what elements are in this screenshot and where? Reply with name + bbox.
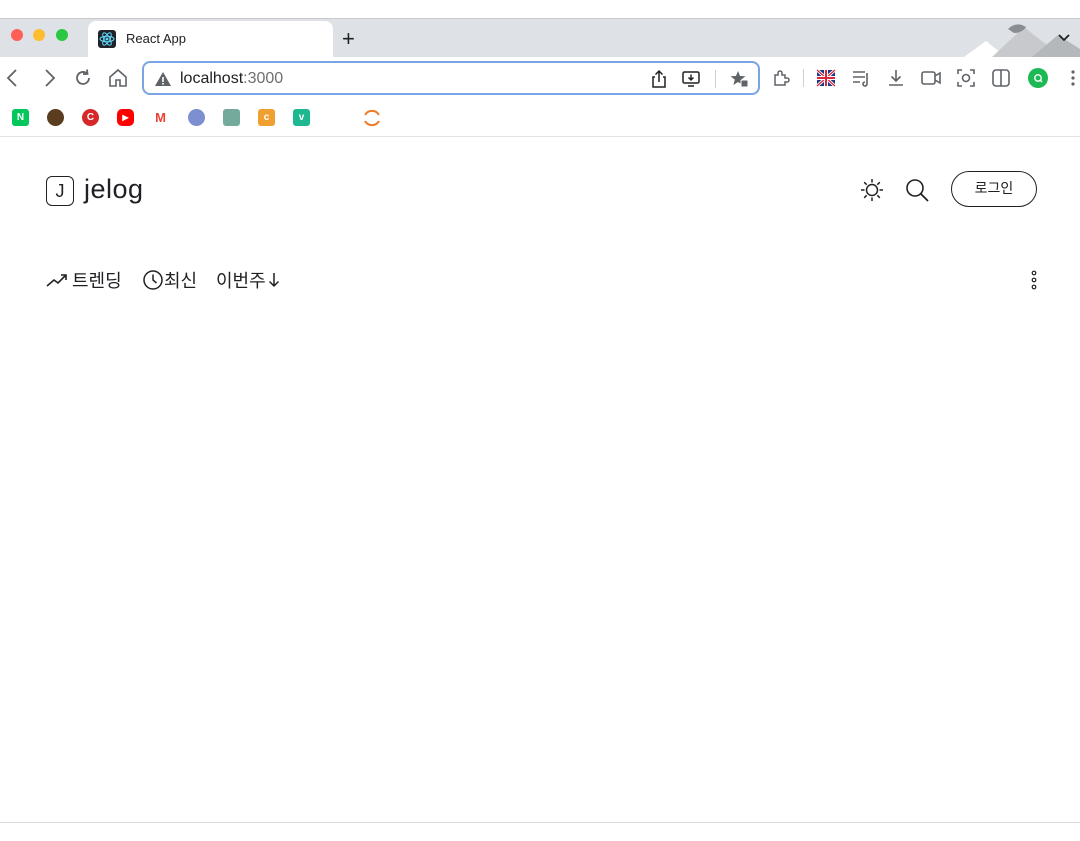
tab-react-app[interactable]: React App bbox=[88, 21, 333, 57]
bookmark-v[interactable]: v bbox=[293, 109, 310, 126]
screenshot-icon[interactable] bbox=[955, 67, 977, 89]
period-select[interactable]: 이번주 bbox=[216, 266, 282, 294]
reading-list-icon[interactable] bbox=[850, 67, 872, 89]
back-icon[interactable] bbox=[2, 67, 24, 89]
logo-letter: J bbox=[46, 176, 74, 206]
zoom-window-button[interactable] bbox=[56, 29, 68, 41]
extensions-icon[interactable] bbox=[770, 67, 792, 89]
bookmark-chatgpt[interactable] bbox=[223, 109, 240, 126]
address-host: localhost bbox=[180, 70, 244, 87]
new-tab-button[interactable]: + bbox=[342, 28, 355, 50]
site-title[interactable]: jelog bbox=[84, 174, 144, 205]
minimize-window-button[interactable] bbox=[33, 29, 45, 41]
tab-title: React App bbox=[126, 31, 186, 46]
clock-icon bbox=[143, 270, 163, 290]
install-app-icon[interactable] bbox=[681, 69, 701, 89]
bookmark-gmail[interactable]: M bbox=[152, 109, 169, 126]
period-select-label: 이번주 bbox=[216, 271, 266, 292]
not-secure-warning-icon[interactable] bbox=[154, 70, 172, 88]
bookmark-youtube[interactable]: ▶ bbox=[117, 109, 134, 126]
bookmark-disc[interactable] bbox=[188, 109, 205, 126]
bookmark-c-red[interactable]: C bbox=[82, 109, 99, 126]
trending-icon bbox=[46, 274, 67, 287]
filter-trending[interactable]: 트렌딩 bbox=[46, 266, 122, 294]
browser-toolbar: localhost:3000 bbox=[0, 57, 1080, 99]
address-bar-separator bbox=[715, 70, 716, 88]
bookmark-hex[interactable] bbox=[47, 109, 64, 126]
address-bar[interactable]: localhost:3000 bbox=[142, 61, 760, 95]
profile-avatar-icon[interactable] bbox=[1027, 67, 1049, 89]
tab-strip: React App + bbox=[0, 19, 1080, 57]
bookmarks-bar: N C ▶ M c v bbox=[0, 99, 1080, 137]
toolbar-separator bbox=[803, 69, 804, 87]
uk-flag-icon[interactable] bbox=[815, 67, 837, 89]
reload-icon[interactable] bbox=[72, 67, 94, 89]
window-top-edge bbox=[0, 0, 1080, 19]
bookmark-c-orange[interactable]: c bbox=[258, 109, 275, 126]
theme-toggle-sun-icon[interactable] bbox=[858, 176, 886, 204]
bookmark-naver[interactable]: N bbox=[12, 109, 29, 126]
page-bottom-divider bbox=[0, 822, 1080, 823]
address-port: :3000 bbox=[243, 70, 284, 87]
share-icon[interactable] bbox=[649, 69, 669, 89]
loading-icon[interactable] bbox=[362, 108, 382, 128]
more-options-icon[interactable] bbox=[1026, 268, 1042, 292]
tab-search-chevron-icon[interactable] bbox=[1056, 29, 1072, 45]
forward-icon[interactable] bbox=[38, 67, 60, 89]
login-button[interactable]: 로그인 bbox=[951, 171, 1037, 207]
search-icon[interactable] bbox=[903, 176, 931, 204]
address-text: localhost:3000 bbox=[180, 70, 283, 88]
video-camera-icon[interactable] bbox=[920, 67, 942, 89]
download-icon[interactable] bbox=[885, 67, 907, 89]
filter-latest-label: 최신 bbox=[164, 271, 198, 292]
close-window-button[interactable] bbox=[11, 29, 23, 41]
filter-trending-label: 트렌딩 bbox=[72, 271, 122, 292]
home-icon[interactable] bbox=[107, 67, 129, 89]
filter-latest[interactable]: 최신 bbox=[142, 266, 197, 294]
side-panel-icon[interactable] bbox=[990, 67, 1012, 89]
logo[interactable]: J bbox=[46, 176, 74, 206]
react-icon bbox=[98, 30, 116, 48]
browser-menu-icon[interactable] bbox=[1062, 67, 1080, 89]
bookmark-star-icon[interactable] bbox=[729, 69, 749, 89]
chevron-down-icon bbox=[268, 273, 279, 288]
